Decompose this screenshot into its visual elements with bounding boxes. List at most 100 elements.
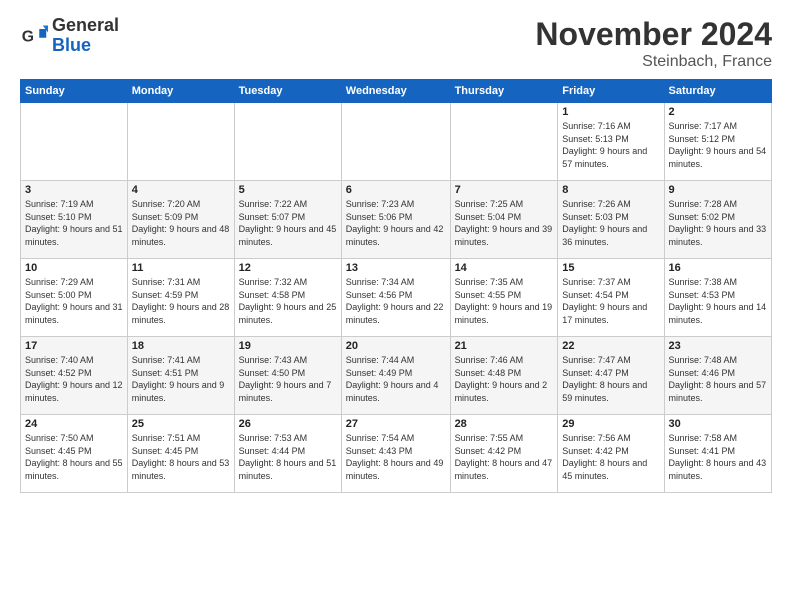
table-row: 15 Sunrise: 7:37 AM Sunset: 4:54 PM Dayli… (558, 259, 664, 337)
table-row: 4Sunrise: 7:20 AM Sunset: 5:09 PM Daylig… (127, 181, 234, 259)
weekday-header-row: Sunday Monday Tuesday Wednesday Thursday… (21, 80, 772, 103)
subtitle: Steinbach, France (535, 53, 772, 71)
svg-text:G: G (22, 28, 34, 45)
calendar-table: Sunday Monday Tuesday Wednesday Thursday… (20, 79, 772, 493)
day-number: 19 (239, 340, 337, 352)
day-info: Sunrise: 7:28 AM Sunset: 5:02 PM Dayligh… (669, 198, 767, 248)
calendar-week-row: 17 Sunrise: 7:40 AM Sunset: 4:52 PM Dayli… (21, 337, 772, 415)
table-row: 7Sunrise: 7:25 AM Sunset: 5:04 PM Daylig… (450, 181, 558, 259)
day-number: 6 (346, 184, 446, 196)
table-row: 22Sunrise: 7:47 AM Sunset: 4:47 PM Dayli… (558, 337, 664, 415)
header-tuesday: Tuesday (234, 80, 341, 103)
day-number: 27 (346, 418, 446, 430)
day-info: Sunrise: 7:58 AM Sunset: 4:41 PM Dayligh… (669, 432, 767, 482)
logo-general-text: General (52, 15, 119, 35)
table-row: 13 Sunrise: 7:34 AM Sunset: 4:56 PM Dayli… (341, 259, 450, 337)
day-number: 2 (669, 106, 767, 118)
day-number: 12 (239, 262, 337, 274)
day-info: Sunrise: 7:35 AM Sunset: 4:55 PM Dayligh… (455, 276, 554, 326)
day-info: Sunrise: 7:40 AM Sunset: 4:52 PM Dayligh… (25, 354, 123, 404)
table-row: 23 Sunrise: 7:48 AM Sunset: 4:46 PM Dayli… (664, 337, 771, 415)
table-row: 29Sunrise: 7:56 AM Sunset: 4:42 PM Dayli… (558, 415, 664, 493)
day-info: Sunrise: 7:25 AM Sunset: 5:04 PM Dayligh… (455, 198, 554, 248)
day-number: 21 (455, 340, 554, 352)
day-info: Sunrise: 7:43 AM Sunset: 4:50 PM Dayligh… (239, 354, 337, 404)
table-row: 21 Sunrise: 7:46 AM Sunset: 4:48 PM Dayli… (450, 337, 558, 415)
table-row: 6 Sunrise: 7:23 AM Sunset: 5:06 PM Daylig… (341, 181, 450, 259)
day-number: 9 (669, 184, 767, 196)
table-row: 20 Sunrise: 7:44 AM Sunset: 4:49 PM Dayli… (341, 337, 450, 415)
day-info: Sunrise: 7:22 AM Sunset: 5:07 PM Dayligh… (239, 198, 337, 248)
header-monday: Monday (127, 80, 234, 103)
header-thursday: Thursday (450, 80, 558, 103)
day-number: 29 (562, 418, 659, 430)
page-header: G General Blue November 2024 Steinbach, … (20, 16, 772, 71)
table-row (127, 103, 234, 181)
day-info: Sunrise: 7:19 AM Sunset: 5:10 PM Dayligh… (25, 198, 123, 248)
table-row (341, 103, 450, 181)
calendar-week-row: 3 Sunrise: 7:19 AM Sunset: 5:10 PM Daylig… (21, 181, 772, 259)
day-info: Sunrise: 7:50 AM Sunset: 4:45 PM Dayligh… (25, 432, 123, 482)
day-info: Sunrise: 7:29 AM Sunset: 5:00 PM Dayligh… (25, 276, 123, 326)
table-row (21, 103, 128, 181)
day-number: 25 (132, 418, 230, 430)
day-info: Sunrise: 7:47 AM Sunset: 4:47 PM Dayligh… (562, 354, 659, 404)
table-row: 1 Sunrise: 7:16 AM Sunset: 5:13 PM Daylig… (558, 103, 664, 181)
day-number: 3 (25, 184, 123, 196)
logo-icon: G (20, 22, 48, 50)
table-row: 17 Sunrise: 7:40 AM Sunset: 4:52 PM Dayli… (21, 337, 128, 415)
day-number: 18 (132, 340, 230, 352)
header-saturday: Saturday (664, 80, 771, 103)
day-info: Sunrise: 7:41 AM Sunset: 4:51 PM Dayligh… (132, 354, 230, 404)
table-row: 18 Sunrise: 7:41 AM Sunset: 4:51 PM Dayli… (127, 337, 234, 415)
table-row: 28 Sunrise: 7:55 AM Sunset: 4:42 PM Dayli… (450, 415, 558, 493)
table-row: 16Sunrise: 7:38 AM Sunset: 4:53 PM Dayli… (664, 259, 771, 337)
day-number: 1 (562, 106, 659, 118)
day-number: 24 (25, 418, 123, 430)
main-title: November 2024 (535, 16, 772, 53)
table-row: 14Sunrise: 7:35 AM Sunset: 4:55 PM Dayli… (450, 259, 558, 337)
calendar-week-row: 24 Sunrise: 7:50 AM Sunset: 4:45 PM Dayli… (21, 415, 772, 493)
table-row: 10 Sunrise: 7:29 AM Sunset: 5:00 PM Dayli… (21, 259, 128, 337)
day-number: 16 (669, 262, 767, 274)
day-info: Sunrise: 7:17 AM Sunset: 5:12 PM Dayligh… (669, 120, 767, 170)
title-block: November 2024 Steinbach, France (535, 16, 772, 71)
day-info: Sunrise: 7:54 AM Sunset: 4:43 PM Dayligh… (346, 432, 446, 482)
calendar-week-row: 1 Sunrise: 7:16 AM Sunset: 5:13 PM Daylig… (21, 103, 772, 181)
day-number: 17 (25, 340, 123, 352)
day-info: Sunrise: 7:44 AM Sunset: 4:49 PM Dayligh… (346, 354, 446, 404)
day-number: 4 (132, 184, 230, 196)
day-number: 11 (132, 262, 230, 274)
header-sunday: Sunday (21, 80, 128, 103)
day-number: 28 (455, 418, 554, 430)
day-info: Sunrise: 7:37 AM Sunset: 4:54 PM Dayligh… (562, 276, 659, 326)
table-row: 25 Sunrise: 7:51 AM Sunset: 4:45 PM Dayli… (127, 415, 234, 493)
day-number: 20 (346, 340, 446, 352)
logo-blue-text: Blue (52, 35, 91, 55)
logo: G General Blue (20, 16, 119, 56)
day-number: 30 (669, 418, 767, 430)
day-info: Sunrise: 7:23 AM Sunset: 5:06 PM Dayligh… (346, 198, 446, 248)
day-info: Sunrise: 7:46 AM Sunset: 4:48 PM Dayligh… (455, 354, 554, 404)
day-info: Sunrise: 7:32 AM Sunset: 4:58 PM Dayligh… (239, 276, 337, 326)
day-info: Sunrise: 7:16 AM Sunset: 5:13 PM Dayligh… (562, 120, 659, 170)
day-info: Sunrise: 7:55 AM Sunset: 4:42 PM Dayligh… (455, 432, 554, 482)
day-info: Sunrise: 7:26 AM Sunset: 5:03 PM Dayligh… (562, 198, 659, 248)
day-number: 10 (25, 262, 123, 274)
table-row: 9 Sunrise: 7:28 AM Sunset: 5:02 PM Daylig… (664, 181, 771, 259)
day-info: Sunrise: 7:48 AM Sunset: 4:46 PM Dayligh… (669, 354, 767, 404)
day-number: 23 (669, 340, 767, 352)
day-number: 13 (346, 262, 446, 274)
day-number: 15 (562, 262, 659, 274)
table-row: 8Sunrise: 7:26 AM Sunset: 5:03 PM Daylig… (558, 181, 664, 259)
table-row (450, 103, 558, 181)
day-info: Sunrise: 7:34 AM Sunset: 4:56 PM Dayligh… (346, 276, 446, 326)
table-row: 5 Sunrise: 7:22 AM Sunset: 5:07 PM Daylig… (234, 181, 341, 259)
day-info: Sunrise: 7:31 AM Sunset: 4:59 PM Dayligh… (132, 276, 230, 326)
table-row (234, 103, 341, 181)
table-row: 27 Sunrise: 7:54 AM Sunset: 4:43 PM Dayli… (341, 415, 450, 493)
day-number: 5 (239, 184, 337, 196)
day-info: Sunrise: 7:51 AM Sunset: 4:45 PM Dayligh… (132, 432, 230, 482)
table-row: 24 Sunrise: 7:50 AM Sunset: 4:45 PM Dayli… (21, 415, 128, 493)
table-row: 11 Sunrise: 7:31 AM Sunset: 4:59 PM Dayli… (127, 259, 234, 337)
